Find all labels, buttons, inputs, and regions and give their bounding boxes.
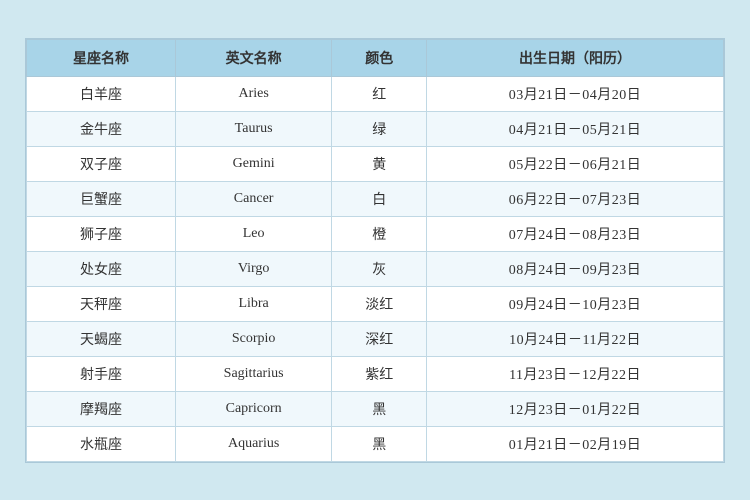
table-row: 天蝎座Scorpio深红10月24日－11月22日 — [27, 321, 724, 356]
cell-english-name: Aries — [175, 76, 331, 111]
cell-chinese-name: 狮子座 — [27, 216, 176, 251]
table-row: 摩羯座Capricorn黑12月23日－01月22日 — [27, 391, 724, 426]
cell-chinese-name: 摩羯座 — [27, 391, 176, 426]
table-row: 白羊座Aries红03月21日－04月20日 — [27, 76, 724, 111]
table-body: 白羊座Aries红03月21日－04月20日金牛座Taurus绿04月21日－0… — [27, 76, 724, 461]
header-birthdate: 出生日期（阳历） — [427, 39, 724, 76]
table-row: 射手座Sagittarius紫红11月23日－12月22日 — [27, 356, 724, 391]
cell-color: 黑 — [332, 426, 427, 461]
cell-english-name: Libra — [175, 286, 331, 321]
cell-chinese-name: 天秤座 — [27, 286, 176, 321]
cell-english-name: Scorpio — [175, 321, 331, 356]
cell-english-name: Capricorn — [175, 391, 331, 426]
cell-color: 黑 — [332, 391, 427, 426]
cell-dates: 03月21日－04月20日 — [427, 76, 724, 111]
table-row: 处女座Virgo灰08月24日－09月23日 — [27, 251, 724, 286]
cell-dates: 10月24日－11月22日 — [427, 321, 724, 356]
cell-dates: 09月24日－10月23日 — [427, 286, 724, 321]
header-chinese-name: 星座名称 — [27, 39, 176, 76]
cell-chinese-name: 巨蟹座 — [27, 181, 176, 216]
cell-english-name: Aquarius — [175, 426, 331, 461]
table-row: 水瓶座Aquarius黑01月21日－02月19日 — [27, 426, 724, 461]
cell-english-name: Leo — [175, 216, 331, 251]
cell-color: 紫红 — [332, 356, 427, 391]
cell-chinese-name: 天蝎座 — [27, 321, 176, 356]
table-row: 狮子座Leo橙07月24日－08月23日 — [27, 216, 724, 251]
cell-dates: 01月21日－02月19日 — [427, 426, 724, 461]
cell-color: 红 — [332, 76, 427, 111]
cell-english-name: Virgo — [175, 251, 331, 286]
cell-dates: 06月22日－07月23日 — [427, 181, 724, 216]
header-color: 颜色 — [332, 39, 427, 76]
cell-chinese-name: 金牛座 — [27, 111, 176, 146]
cell-color: 深红 — [332, 321, 427, 356]
cell-dates: 12月23日－01月22日 — [427, 391, 724, 426]
cell-color: 白 — [332, 181, 427, 216]
cell-english-name: Sagittarius — [175, 356, 331, 391]
cell-color: 橙 — [332, 216, 427, 251]
table-header-row: 星座名称 英文名称 颜色 出生日期（阳历） — [27, 39, 724, 76]
cell-chinese-name: 处女座 — [27, 251, 176, 286]
cell-chinese-name: 双子座 — [27, 146, 176, 181]
cell-color: 黄 — [332, 146, 427, 181]
cell-dates: 05月22日－06月21日 — [427, 146, 724, 181]
cell-color: 绿 — [332, 111, 427, 146]
table-row: 金牛座Taurus绿04月21日－05月21日 — [27, 111, 724, 146]
cell-dates: 07月24日－08月23日 — [427, 216, 724, 251]
table-row: 天秤座Libra淡红09月24日－10月23日 — [27, 286, 724, 321]
cell-english-name: Taurus — [175, 111, 331, 146]
cell-dates: 08月24日－09月23日 — [427, 251, 724, 286]
table-row: 双子座Gemini黄05月22日－06月21日 — [27, 146, 724, 181]
header-english-name: 英文名称 — [175, 39, 331, 76]
cell-chinese-name: 射手座 — [27, 356, 176, 391]
cell-color: 淡红 — [332, 286, 427, 321]
cell-chinese-name: 白羊座 — [27, 76, 176, 111]
cell-english-name: Gemini — [175, 146, 331, 181]
zodiac-table: 星座名称 英文名称 颜色 出生日期（阳历） 白羊座Aries红03月21日－04… — [26, 39, 724, 462]
cell-dates: 04月21日－05月21日 — [427, 111, 724, 146]
zodiac-table-container: 星座名称 英文名称 颜色 出生日期（阳历） 白羊座Aries红03月21日－04… — [25, 38, 725, 463]
table-row: 巨蟹座Cancer白06月22日－07月23日 — [27, 181, 724, 216]
cell-color: 灰 — [332, 251, 427, 286]
cell-chinese-name: 水瓶座 — [27, 426, 176, 461]
cell-dates: 11月23日－12月22日 — [427, 356, 724, 391]
cell-english-name: Cancer — [175, 181, 331, 216]
